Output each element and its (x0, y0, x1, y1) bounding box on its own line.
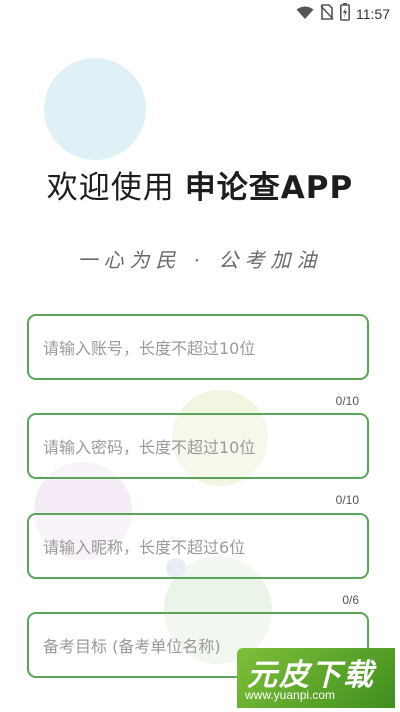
watermark-url: www.yuanpi.com (245, 688, 336, 702)
nickname-field[interactable] (27, 513, 369, 579)
account-field[interactable] (27, 314, 369, 380)
welcome-text: 欢迎使用 (46, 170, 175, 206)
decorative-circle (44, 58, 146, 160)
status-bar: 11:57 (0, 0, 400, 30)
nickname-counter: 0/6 (342, 593, 359, 607)
watermark-logo: 元皮下载 www.yuanpi.com (237, 648, 395, 708)
account-input[interactable] (41, 316, 355, 380)
no-sim-icon (320, 4, 334, 24)
status-time: 11:57 (356, 6, 390, 22)
status-icons: 11:57 (296, 3, 390, 25)
account-counter: 0/10 (335, 394, 359, 408)
app-name: 申论查APP (184, 170, 354, 206)
battery-charging-icon (340, 3, 350, 25)
slogan: 一心为民 · 公考加油 (77, 248, 323, 272)
wifi-icon (296, 5, 314, 24)
page-title: 欢迎使用 申论查APP (0, 162, 400, 207)
password-counter: 0/10 (335, 493, 359, 507)
nickname-input[interactable] (41, 515, 355, 579)
password-field[interactable] (27, 413, 369, 479)
password-input[interactable] (41, 415, 355, 479)
